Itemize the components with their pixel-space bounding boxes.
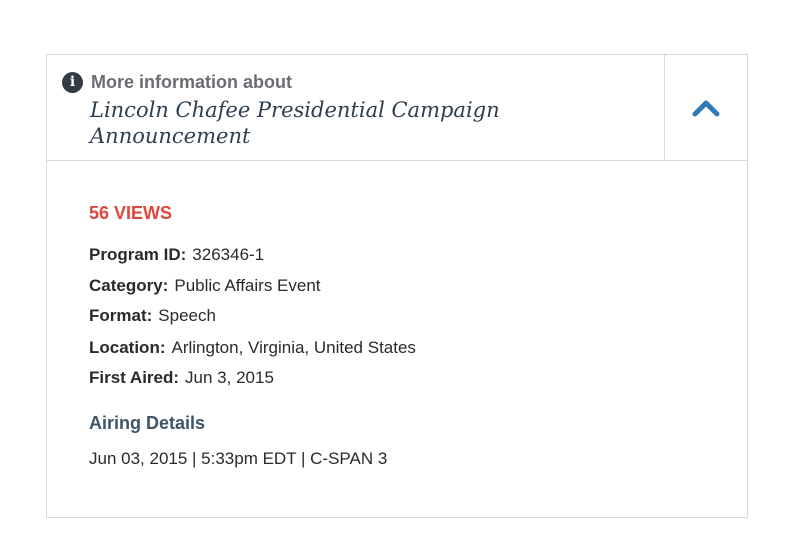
program-title: Lincoln Chafee Presidential Campaign Ann…: [90, 98, 500, 148]
category-label: Category:: [89, 276, 169, 295]
program-id-row: Program ID: 326346-1: [89, 245, 264, 265]
first-aired-row: First Aired: Jun 3, 2015: [89, 368, 274, 388]
more-info-row: i More information about: [62, 71, 292, 93]
format-label: Format:: [89, 306, 153, 325]
location-label: Location:: [89, 338, 166, 357]
more-info-label: More information about: [91, 71, 292, 92]
first-aired-label: First Aired:: [89, 368, 180, 387]
panel-header: i More information about Lincoln Chafee …: [47, 55, 747, 161]
info-icon: i: [62, 71, 83, 93]
location-row: Location: Arlington, Virginia, United Sta…: [89, 338, 416, 358]
category-row: Category: Public Affairs Event: [89, 276, 321, 296]
first-aired-value: Jun 3, 2015: [185, 368, 274, 387]
view-count: 56 VIEWS: [89, 203, 173, 223]
category-value: Public Affairs Event: [174, 276, 321, 295]
format-row: Format: Speech: [89, 306, 216, 326]
program-id-value: 326346-1: [192, 245, 265, 264]
chevron-up-icon: [692, 100, 720, 116]
format-value: Speech: [158, 306, 216, 325]
airing-details-line: Jun 03, 2015 | 5:33pm EDT | C-SPAN 3: [89, 449, 388, 468]
more-info-panel: i More information about Lincoln Chafee …: [46, 54, 748, 518]
airing-details-heading: Airing Details: [89, 413, 206, 433]
program-id-label: Program ID:: [89, 245, 187, 264]
collapse-toggle-button[interactable]: [665, 55, 747, 160]
location-value: Arlington, Virginia, United States: [171, 338, 416, 357]
panel-header-title-area: i More information about Lincoln Chafee …: [47, 55, 665, 160]
